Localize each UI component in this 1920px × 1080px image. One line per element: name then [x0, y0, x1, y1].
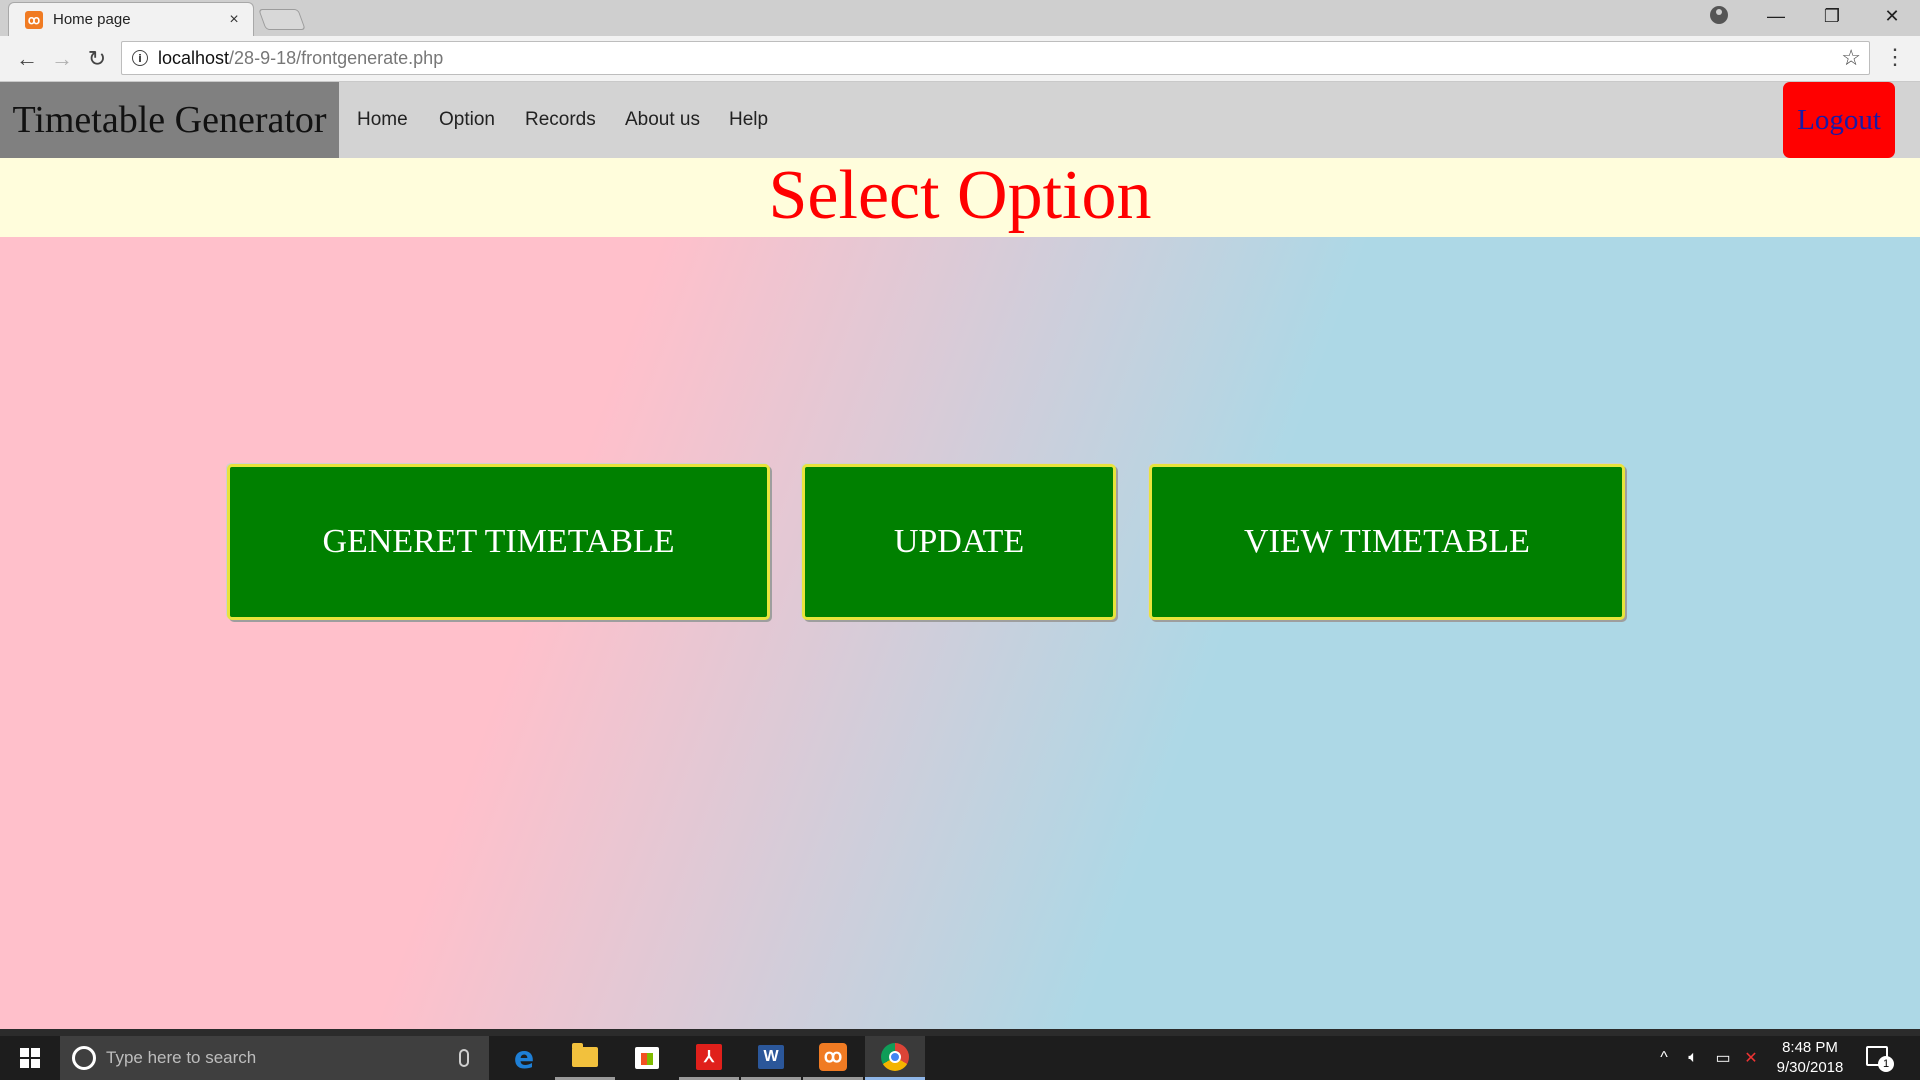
tab-title: Home page — [53, 11, 131, 28]
minimize-icon[interactable]: — — [1748, 0, 1804, 32]
battery-icon[interactable]: ▭ — [1710, 1036, 1736, 1080]
taskbar-xampp[interactable]: ꝏ — [803, 1036, 863, 1080]
url-host: localhost — [158, 47, 230, 68]
page-title: Select Option — [768, 156, 1152, 234]
reload-icon[interactable]: ↻ — [82, 44, 112, 74]
site-brand[interactable]: Timetable Generator — [0, 82, 339, 158]
word-icon: W — [758, 1044, 784, 1069]
taskbar-clock[interactable]: 8:48 PM 9/30/2018 — [1760, 1038, 1860, 1078]
xampp-icon: ꝏ — [819, 1042, 847, 1071]
browser-tab-strip: ꝏ Home page × — ❐ ✕ — [0, 0, 1920, 36]
taskbar-word[interactable]: W — [741, 1036, 801, 1080]
back-arrow-icon[interactable]: ← — [12, 44, 42, 74]
chrome-icon — [881, 1042, 909, 1071]
taskbar-edge[interactable]: e — [494, 1036, 554, 1080]
clock-date: 9/30/2018 — [1776, 1059, 1844, 1076]
nav-link-option[interactable]: Option — [439, 82, 495, 158]
network-icon[interactable]: ✕ — [1740, 1036, 1762, 1080]
taskbar-acrobat[interactable]: ⅄ — [679, 1036, 739, 1080]
windows-logo-icon — [20, 1048, 40, 1068]
search-placeholder: Type here to search — [106, 1048, 257, 1067]
cortana-icon — [72, 1046, 96, 1070]
url-path: /28-9-18/frontgenerate.php — [229, 47, 444, 68]
taskbar-file-explorer[interactable] — [555, 1036, 615, 1080]
logout-button[interactable]: Logout — [1783, 82, 1895, 158]
site-navbar: Timetable Generator Home Option Records … — [0, 82, 1920, 158]
browser-tab[interactable]: ꝏ Home page × — [8, 2, 254, 36]
nav-link-about-us[interactable]: About us — [625, 82, 700, 158]
browser-toolbar: ← → ↻ i localhost /28-9-18/frontgenerate… — [0, 36, 1920, 82]
start-button[interactable] — [0, 1036, 60, 1080]
taskbar-chrome[interactable] — [865, 1036, 925, 1080]
site-info-icon[interactable]: i — [132, 50, 148, 66]
page-header: Select Option — [0, 156, 1920, 237]
restore-icon[interactable]: ❐ — [1804, 0, 1860, 32]
edge-icon: e — [513, 1040, 535, 1076]
nav-link-home[interactable]: Home — [357, 82, 408, 158]
options-panel — [0, 237, 1920, 1029]
xampp-favicon-icon: ꝏ — [25, 10, 43, 29]
notification-count-badge: 1 — [1878, 1056, 1894, 1072]
view-timetable-button[interactable]: VIEW TIMETABLE — [1149, 464, 1625, 620]
tab-close-icon[interactable]: × — [225, 11, 243, 29]
store-icon — [635, 1047, 659, 1069]
nav-link-help[interactable]: Help — [729, 82, 768, 158]
volume-icon[interactable]: 🔈︎ — [1680, 1036, 1706, 1080]
clock-time: 8:48 PM — [1782, 1039, 1838, 1056]
close-window-icon[interactable]: ✕ — [1864, 0, 1920, 32]
folder-icon — [572, 1042, 598, 1067]
generate-timetable-button[interactable]: GENERET TIMETABLE — [227, 464, 770, 620]
bookmark-star-icon[interactable]: ☆ — [1841, 45, 1861, 71]
profile-icon[interactable] — [1710, 6, 1728, 24]
windows-taskbar: Type here to search e ⅄ W ꝏ ^ 🔈︎ ▭ ✕ 8:4… — [0, 1029, 1920, 1080]
address-bar[interactable]: i localhost /28-9-18/frontgenerate.php ☆ — [121, 41, 1870, 75]
pdf-icon: ⅄ — [696, 1043, 722, 1070]
nav-link-records[interactable]: Records — [525, 82, 596, 158]
browser-menu-icon[interactable]: ⋮ — [1884, 44, 1906, 74]
forward-arrow-icon[interactable]: → — [47, 44, 77, 74]
show-hidden-icons-chevron-icon[interactable]: ^ — [1652, 1036, 1676, 1080]
new-tab-button[interactable] — [258, 9, 306, 30]
taskbar-store[interactable] — [617, 1036, 677, 1080]
update-button[interactable]: UPDATE — [802, 464, 1116, 620]
taskbar-search-box[interactable]: Type here to search — [60, 1036, 489, 1080]
microphone-icon[interactable] — [459, 1049, 469, 1067]
